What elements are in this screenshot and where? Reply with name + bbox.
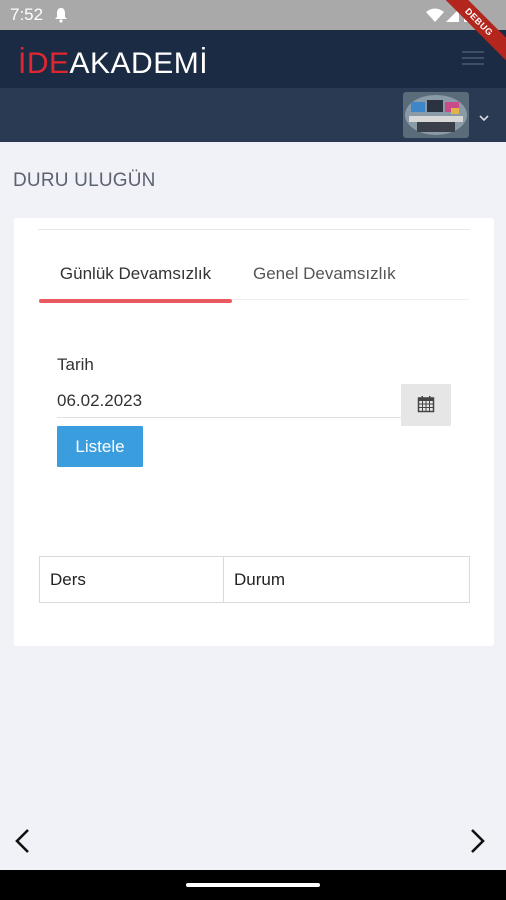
- logo-red-part: İDE: [18, 47, 70, 80]
- list-button[interactable]: Listele: [57, 426, 143, 467]
- column-header-durum: Durum: [223, 556, 470, 603]
- chevron-right-icon[interactable]: [466, 828, 488, 859]
- status-time: 7:52: [10, 5, 44, 24]
- card-divider: [38, 229, 470, 230]
- column-header-ders: Ders: [39, 556, 224, 603]
- active-tab-indicator: [39, 299, 232, 303]
- tab-general-attendance[interactable]: Genel Devamsızlık: [253, 258, 396, 300]
- tab-daily-attendance[interactable]: Günlük Devamsızlık: [39, 258, 232, 303]
- app-header: İDEAKADEMİ: [0, 30, 506, 88]
- status-bar: 7:52: [0, 0, 506, 30]
- attendance-tabs: Günlük Devamsızlık Genel Devamsızlık: [39, 258, 469, 303]
- system-navigation-bar: [0, 870, 506, 900]
- table-header-row: Ders Durum: [39, 556, 470, 603]
- logo-white-part: AKADEMİ: [69, 47, 209, 80]
- chevron-down-icon[interactable]: [478, 110, 490, 128]
- date-field[interactable]: [57, 384, 401, 418]
- tab-general-label: Genel Devamsızlık: [253, 264, 396, 283]
- app-logo: İDEAKADEMİ: [18, 49, 208, 79]
- tab-daily-label: Günlük Devamsızlık: [59, 264, 212, 283]
- wifi-icon: [426, 8, 444, 22]
- date-label: Tarih: [57, 355, 94, 374]
- student-name: DURU ULUGÜN: [13, 170, 156, 191]
- calendar-button[interactable]: [401, 384, 451, 426]
- calendar-icon: [417, 395, 435, 416]
- user-bar: [0, 88, 506, 142]
- avatar[interactable]: [403, 92, 469, 138]
- chevron-left-icon[interactable]: [12, 828, 34, 859]
- home-gesture-pill[interactable]: [186, 883, 320, 887]
- attendance-card: Günlük Devamsızlık Genel Devamsızlık Tar…: [14, 218, 494, 646]
- hamburger-menu-icon[interactable]: [462, 49, 484, 72]
- attendance-table: Ders Durum: [39, 556, 470, 603]
- notification-bell-icon: [54, 7, 68, 28]
